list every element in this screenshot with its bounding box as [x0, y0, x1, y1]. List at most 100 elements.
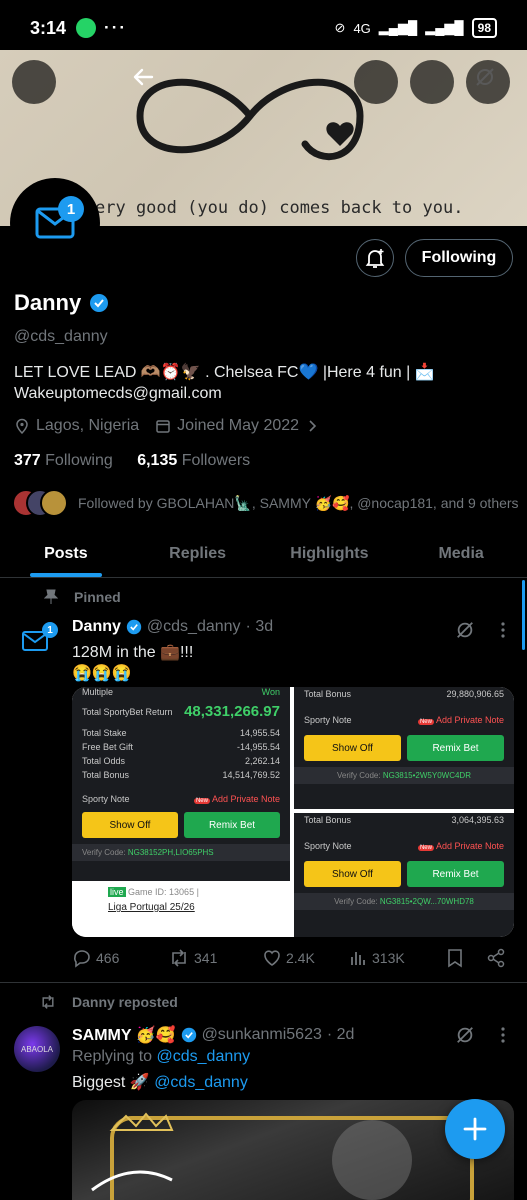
- pinned-label-row: Pinned: [44, 589, 121, 605]
- post-media[interactable]: Multiple Won Total SportyBet Return 48,331…: [72, 687, 514, 937]
- search-button[interactable]: [410, 60, 454, 104]
- profile-meta: Lagos, Nigeria Joined May 2022: [14, 417, 319, 435]
- slip-row-value: 14,514,769.52: [222, 770, 280, 780]
- followed-by-row[interactable]: Followed by GBOLAHAN🗽, SAMMY 🥳🥰, @nocap1…: [12, 489, 519, 517]
- compose-post-button[interactable]: [445, 1099, 505, 1159]
- tab-media[interactable]: Media: [395, 530, 527, 577]
- reply-button[interactable]: 466: [72, 948, 168, 968]
- post2-text-prefix: Biggest 🚀: [72, 1074, 150, 1091]
- grok-icon[interactable]: [455, 1025, 475, 1045]
- post-text-line-2: 😭😭😭: [72, 665, 132, 682]
- banner-caption: ery good (you do) comes back to you.: [95, 198, 464, 218]
- sporty-note-label: Sporty Note: [82, 794, 130, 804]
- followers-count: 6,135: [137, 452, 178, 469]
- followers-label: Followers: [181, 452, 251, 469]
- post-author-name[interactable]: Danny: [72, 618, 121, 636]
- followers-link[interactable]: 6,135 Followers: [137, 452, 250, 469]
- view-count: 313K: [372, 950, 405, 966]
- post-header: Danny @cds_danny · 3d: [72, 618, 273, 636]
- grok-button[interactable]: [354, 60, 494, 104]
- replying-to: Replying to @cds_danny: [72, 1048, 250, 1066]
- following-label: Following: [45, 452, 113, 469]
- repost-count: 341: [194, 950, 218, 966]
- live-tag: live: [108, 887, 126, 897]
- post2-author-handle: @sunkanmi5623: [201, 1026, 322, 1043]
- post-time: · 3d: [245, 618, 274, 635]
- slip-row-label: Total Stake: [82, 728, 127, 738]
- post-more-icon[interactable]: [496, 1025, 510, 1045]
- slip-row-label: Total Bonus: [82, 770, 130, 780]
- post-avatar[interactable]: 1: [20, 622, 58, 660]
- verify-label: Verify Code:: [82, 848, 126, 857]
- signal-icon-2: ▂▄▆█: [425, 20, 464, 35]
- more-notifications-icon: ···: [104, 18, 128, 37]
- slip-won: Won: [261, 687, 280, 697]
- like-count: 2.4K: [286, 950, 315, 966]
- message-badge: 1: [58, 196, 84, 222]
- infinity-heart-graphic: [136, 78, 364, 161]
- replying-handle[interactable]: @cds_danny: [157, 1048, 251, 1065]
- post2-avatar[interactable]: ABAOLA: [14, 1026, 60, 1072]
- bio-line-1: LET LOVE LEAD 🫶🏽⏰🦅 . Chelsea FC💙 |Here 4…: [14, 364, 435, 381]
- verify-code-row: Verify Code: NG38152PH,LIO65PHS: [72, 844, 290, 861]
- new-badge: New: [193, 798, 210, 804]
- post2-header: SAMMY 🥳🥰 @sunkanmi5623 · 2d: [72, 1025, 354, 1045]
- repost-label: Danny reposted: [72, 994, 178, 1010]
- profile-tabs: Posts Replies Highlights Media: [0, 530, 527, 578]
- views-button[interactable]: 313K: [350, 949, 446, 967]
- tab-highlights[interactable]: Highlights: [264, 530, 396, 577]
- add-private-note: Add Private Note: [211, 794, 280, 804]
- post-text-line-1: 128M in the 💼!!!: [72, 644, 194, 661]
- post-divider: [0, 982, 527, 983]
- new-badge: New: [417, 845, 434, 851]
- post2-avatar-text: ABAOLA: [20, 1044, 53, 1054]
- bio-email[interactable]: Wakeuptomecds@gmail.com: [14, 383, 514, 404]
- verify-label: Verify Code:: [334, 897, 378, 906]
- slip-header: Multiple: [82, 687, 114, 697]
- following-button[interactable]: Following: [405, 239, 513, 277]
- show-off-button: Show Off: [82, 812, 178, 838]
- league-name: Liga Portugal 25/26: [108, 902, 195, 913]
- verify-code-row: Verify Code: NG3815•2W5Y0WC4DR: [294, 767, 514, 784]
- location-pin-icon: [16, 418, 28, 434]
- scrollbar[interactable]: [522, 580, 525, 650]
- remix-bet-button: Remix Bet: [184, 812, 280, 838]
- profile-handle: @cds_danny: [14, 328, 108, 345]
- grok-icon[interactable]: [455, 620, 475, 640]
- following-count: 377: [14, 452, 41, 469]
- slip-return-value: 48,331,266.97: [184, 703, 280, 720]
- back-button[interactable]: [12, 60, 154, 104]
- sporty-note-label: Sporty Note: [304, 715, 352, 725]
- profile-avatar[interactable]: 1: [10, 178, 100, 268]
- verify-code: NG3815•2QW...70WHD78: [379, 897, 474, 906]
- show-off-button: Show Off: [304, 861, 401, 887]
- share-icon[interactable]: [486, 948, 506, 968]
- slip-bonus-value: 29,880,906.65: [446, 689, 504, 699]
- like-button[interactable]: 2.4K: [262, 948, 350, 968]
- whatsapp-icon: [76, 18, 97, 38]
- tab-replies[interactable]: Replies: [132, 530, 264, 577]
- repost-button[interactable]: 341: [168, 948, 262, 968]
- post-author-handle: @cds_danny: [146, 618, 241, 635]
- notifications-button[interactable]: [356, 239, 394, 277]
- following-link[interactable]: 377 Following: [14, 452, 113, 469]
- bookmark-icon[interactable]: [446, 948, 464, 968]
- plus-icon: [463, 1117, 487, 1141]
- heart-icon: [264, 950, 280, 966]
- follower-avatar-3: [40, 489, 68, 517]
- post2-text: Biggest 🚀 @cds_danny: [72, 1072, 248, 1092]
- verified-badge-icon: [90, 294, 109, 312]
- reply-icon: [74, 950, 90, 968]
- slip-row-label: Free Bet Gift: [82, 742, 134, 752]
- post2-author-name[interactable]: SAMMY 🥳🥰: [72, 1025, 176, 1045]
- status-bar: 3:14 ··· ⊘ 4G ▂▄▆█ ▂▄▆█ 98: [0, 0, 527, 56]
- post-more-icon[interactable]: [496, 620, 510, 640]
- post-actions: 466 341 2.4K 313K: [72, 948, 512, 968]
- tab-posts[interactable]: Posts: [0, 530, 132, 577]
- verify-code: NG3815•2W5Y0WC4DR: [382, 771, 471, 780]
- more-options-button[interactable]: [466, 60, 510, 104]
- remix-bet-button: Remix Bet: [407, 735, 504, 761]
- chevron-right-icon[interactable]: [305, 419, 319, 433]
- post2-mention[interactable]: @cds_danny: [154, 1074, 248, 1091]
- slip-row-value: 2,262.14: [244, 756, 280, 766]
